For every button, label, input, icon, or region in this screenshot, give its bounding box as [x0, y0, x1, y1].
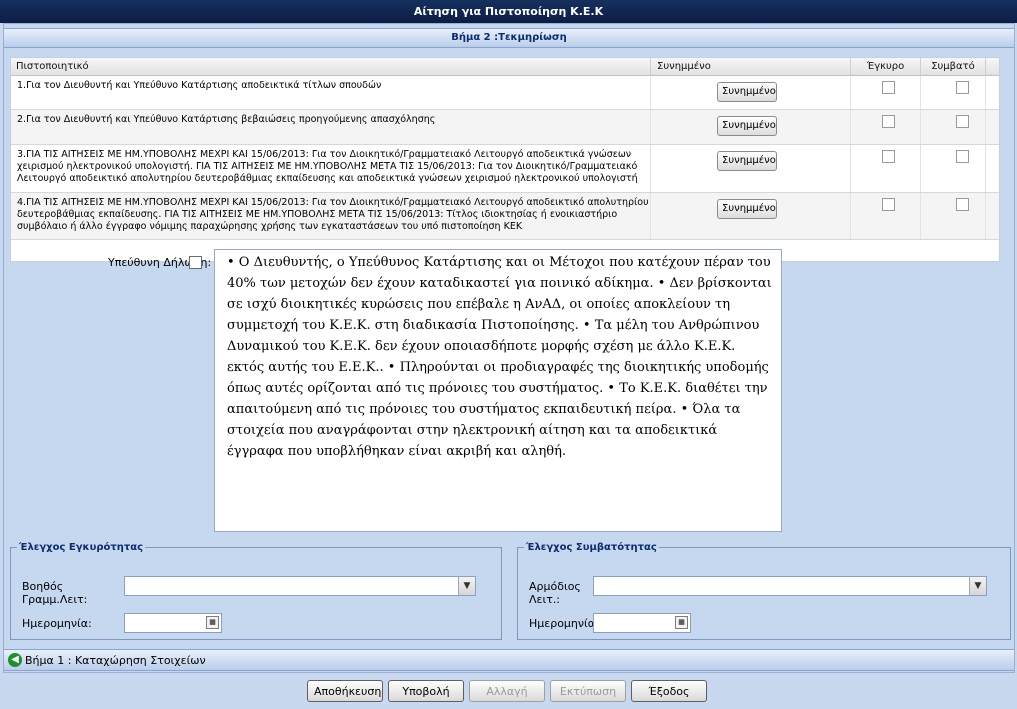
attachment-button[interactable]: Συνημμένο [717, 116, 777, 136]
submit-button[interactable]: Υποβολή [388, 680, 464, 702]
column-certificate[interactable]: Πιστοποιητικό [11, 58, 651, 76]
chevron-down-icon[interactable]: ▼ [969, 577, 986, 595]
back-arrow-icon[interactable]: ◀ [8, 653, 22, 667]
certificates-grid: Πιστοποιητικό Συνημμένο Έγκυρο Συμβατό 1… [10, 57, 1000, 262]
attachment-button[interactable]: Συνημμένο [717, 151, 777, 171]
certificate-description: 3.ΓΙΑ ΤΙΣ ΑΙΤΗΣΕΙΣ ΜΕ ΗΜ.ΥΠΟΒΟΛΗΣ ΜΕΧΡΙ … [11, 145, 651, 192]
attachment-button[interactable]: Συνημμένο [717, 82, 777, 102]
compatible-checkbox[interactable] [956, 115, 969, 128]
form-frame: Βήμα 2 :Τεκμηρίωση Πιστοποιητικό Συνημμέ… [3, 23, 1015, 673]
compatible-checkbox[interactable] [956, 198, 969, 211]
column-valid[interactable]: Έγκυρο [851, 58, 921, 76]
window-title: Αίτηση για Πιστοποίηση Κ.Ε.Κ [0, 0, 1017, 23]
certificate-description: 1.Για τον Διευθυντή και Υπεύθυνο Κατάρτι… [11, 76, 651, 109]
save-button[interactable]: Αποθήκευση [307, 680, 383, 702]
compatibility-officer-label: Αρμόδιος Λειτ.: [529, 580, 581, 606]
compatibility-check-legend: Έλεγχος Συμβατότητας [526, 542, 657, 553]
chevron-down-icon[interactable]: ▼ [458, 577, 475, 595]
calendar-icon[interactable]: ▦ [675, 616, 688, 629]
valid-checkbox[interactable] [882, 150, 895, 163]
calendar-icon[interactable]: ▦ [206, 616, 219, 629]
table-row: 2.Για τον Διευθυντή και Υπεύθυνο Κατάρτι… [11, 110, 999, 145]
table-row: 1.Για τον Διευθυντή και Υπεύθυνο Κατάρτι… [11, 76, 999, 110]
back-step-link[interactable]: Βήμα 1 : Καταχώρηση Στοιχείων [25, 654, 206, 667]
table-row: 3.ΓΙΑ ΤΙΣ ΑΙΤΗΣΕΙΣ ΜΕ ΗΜ.ΥΠΟΒΟΛΗΣ ΜΕΧΡΙ … [11, 145, 999, 193]
compatible-checkbox[interactable] [956, 150, 969, 163]
change-button[interactable]: Αλλαγή [469, 680, 545, 702]
compatibility-officer-select[interactable]: ▼ [593, 576, 987, 596]
valid-checkbox[interactable] [882, 115, 895, 128]
step-title: Βήμα 2 :Τεκμηρίωση [4, 28, 1014, 48]
valid-checkbox[interactable] [882, 198, 895, 211]
compatibility-date-field[interactable]: ▦ [593, 613, 691, 633]
certificate-description: 2.Για τον Διευθυντή και Υπεύθυνο Κατάρτι… [11, 110, 651, 144]
certificate-description: 4.ΓΙΑ ΤΙΣ ΑΙΤΗΣΕΙΣ ΜΕ ΗΜ.ΥΠΟΒΟΛΗΣ ΜΕΧΡΙ … [11, 193, 651, 239]
valid-checkbox[interactable] [882, 81, 895, 94]
attachment-button[interactable]: Συνημμένο [717, 199, 777, 219]
print-button[interactable]: Εκτύπωση [550, 680, 626, 702]
compatibility-date-label: Ημερομηνία: [529, 617, 599, 630]
validity-officer-select[interactable]: ▼ [124, 576, 476, 596]
validity-check-legend: Έλεγχος Εγκυρότητας [19, 542, 144, 553]
exit-button[interactable]: Έξοδος [631, 680, 707, 702]
column-compatible[interactable]: Συμβατό [921, 58, 986, 76]
compatibility-check-group: Έλεγχος Συμβατότητας Αρμόδιος Λειτ.: ▼ Η… [517, 542, 1011, 640]
validity-date-field[interactable]: ▦ [124, 613, 222, 633]
declaration-text: • Ο Διευθυντής, ο Υπεύθυνος Κατάρτισης κ… [214, 249, 782, 532]
validity-date-label: Ημερομηνία: [22, 617, 92, 630]
column-attachment[interactable]: Συνημμένο [651, 58, 851, 76]
back-navigation-bar[interactable]: ◀ Βήμα 1 : Καταχώρηση Στοιχείων [4, 649, 1014, 671]
declaration-checkbox[interactable] [189, 256, 202, 269]
validity-officer-label: Βοηθός Γραμμ.Λειτ: [22, 580, 88, 606]
table-row: 4.ΓΙΑ ΤΙΣ ΑΙΤΗΣΕΙΣ ΜΕ ΗΜ.ΥΠΟΒΟΛΗΣ ΜΕΧΡΙ … [11, 193, 999, 240]
grid-header: Πιστοποιητικό Συνημμένο Έγκυρο Συμβατό [11, 58, 999, 76]
compatible-checkbox[interactable] [956, 81, 969, 94]
validity-check-group: Έλεγχος Εγκυρότητας Βοηθός Γραμμ.Λειτ: ▼… [10, 542, 502, 640]
